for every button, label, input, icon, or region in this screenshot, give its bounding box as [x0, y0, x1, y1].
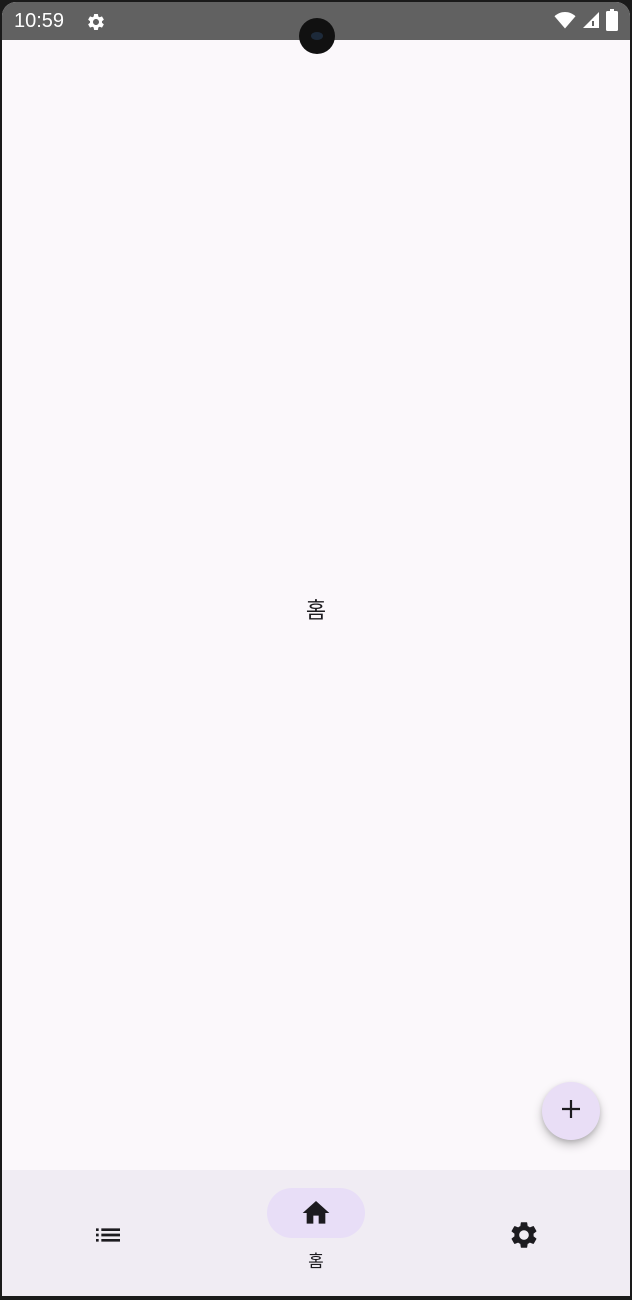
gear-icon [86, 12, 106, 32]
nav-item-settings[interactable] [420, 1170, 628, 1296]
plus-icon [559, 1097, 583, 1125]
main-content: 홈 [2, 40, 630, 1170]
camera-lens [311, 32, 323, 40]
add-button[interactable] [542, 1082, 600, 1140]
cellular-signal-icon [582, 11, 600, 33]
nav-item-list[interactable] [4, 1170, 212, 1296]
nav-item-home[interactable]: 홈 [212, 1170, 420, 1296]
camera-cutout [299, 18, 335, 54]
nav-item-label: 홈 [308, 1252, 324, 1272]
settings-icon [508, 1219, 540, 1251]
phone-screen: 10:59 홈 홈 [2, 2, 630, 1296]
wifi-icon [554, 11, 576, 33]
bottom-navigation: 홈 [2, 1170, 630, 1296]
battery-icon [606, 9, 618, 35]
nav-active-indicator [267, 1188, 365, 1238]
page-title: 홈 [305, 599, 327, 624]
status-time: 10:59 [14, 10, 65, 32]
home-icon [300, 1197, 332, 1229]
status-icons [554, 9, 618, 35]
list-icon [92, 1219, 124, 1251]
